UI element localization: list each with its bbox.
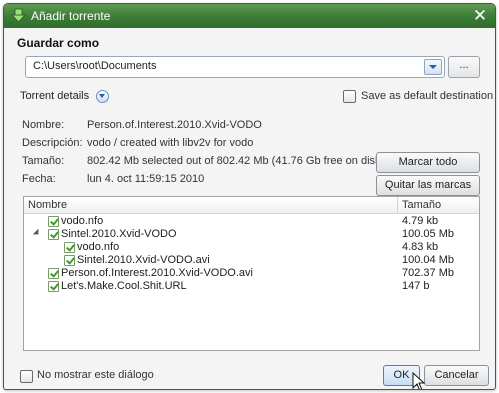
file-name: vodo.nfo [61,215,104,227]
mark-all-button[interactable]: Marcar todo [376,152,480,173]
expand-chevron-icon[interactable] [96,90,109,103]
mouse-cursor-icon [412,372,426,389]
browse-button[interactable]: ... [448,56,480,78]
name-label: Nombre: [22,119,65,131]
window-title: Añadir torrente [31,9,111,23]
file-size: 702.37 Mb [402,267,454,279]
cancel-button[interactable]: Cancelar [424,365,489,386]
size-label: Tamaño: [22,155,65,167]
file-name: Person.of.Interest.2010.Xvid-VODO.avi [61,267,253,279]
column-header-name[interactable]: Nombre [28,199,67,211]
file-checkbox[interactable] [64,242,75,253]
save-as-default-checkbox[interactable] [343,90,356,103]
folder-name: Sintel.2010.Xvid-VODO [61,228,177,240]
dont-show-dialog-checkbox[interactable] [20,370,33,383]
file-checkbox[interactable] [64,255,75,266]
file-checkbox[interactable] [48,229,59,240]
file-list: Nombre Tamaño vodo.nfo 4.79 kb Sintel.20… [23,196,480,351]
file-list-header: Nombre Tamaño [24,197,479,214]
file-row[interactable]: Sintel.2010.Xvid-VODO.avi 100.04 Mb [24,254,479,267]
column-header-size[interactable]: Tamaño [397,197,480,213]
file-row[interactable]: Let's.Make.Cool.Shit.URL 147 b [24,280,479,293]
add-torrent-dialog: Añadir torrente ✕ Guardar como C:\Users\… [3,3,496,390]
folder-row[interactable]: Sintel.2010.Xvid-VODO 100.05 Mb [24,228,479,241]
file-name: Let's.Make.Cool.Shit.URL [61,280,187,292]
description-value: vodo / created with libv2v for vodo [87,137,254,149]
description-label: Descripción: [22,137,83,149]
close-icon: ✕ [472,6,488,25]
file-checkbox[interactable] [48,216,59,227]
size-value: 802.42 Mb selected out of 802.42 Mb (41.… [87,155,385,167]
save-as-heading: Guardar como [17,36,100,50]
download-arrow-icon [11,8,26,23]
file-row[interactable]: vodo.nfo 4.83 kb [24,241,479,254]
dont-show-dialog-label[interactable]: No mostrar este diálogo [37,369,154,381]
name-value: Person.of.Interest.2010.Xvid-VODO [87,119,262,131]
tree-expander-icon[interactable] [32,228,42,238]
date-value: lun 4. oct 11:59:15 2010 [87,173,205,185]
title-bar[interactable]: Añadir torrente ✕ [4,4,495,28]
file-name: Sintel.2010.Xvid-VODO.avi [77,254,210,266]
save-path-combobox[interactable]: C:\Users\root\Documents [25,56,445,78]
file-size: 147 b [402,280,430,292]
date-label: Fecha: [22,173,56,185]
chevron-down-icon[interactable] [424,59,442,75]
file-size: 4.79 kb [402,215,439,227]
save-path-value: C:\Users\root\Documents [33,60,157,72]
torrent-details-toggle[interactable]: Torrent details [20,90,89,102]
file-name: vodo.nfo [77,241,120,253]
close-button[interactable]: ✕ [471,7,489,25]
file-size: 100.05 Mb [402,228,454,240]
save-as-default-label[interactable]: Save as default destination [361,90,493,102]
file-size: 100.04 Mb [402,254,454,266]
file-size: 4.83 kb [402,241,439,253]
file-checkbox[interactable] [48,268,59,279]
file-row[interactable]: vodo.nfo 4.79 kb [24,215,479,228]
file-checkbox[interactable] [48,281,59,292]
file-row[interactable]: Person.of.Interest.2010.Xvid-VODO.avi 70… [24,267,479,280]
unmark-all-button[interactable]: Quitar las marcas [376,175,480,196]
